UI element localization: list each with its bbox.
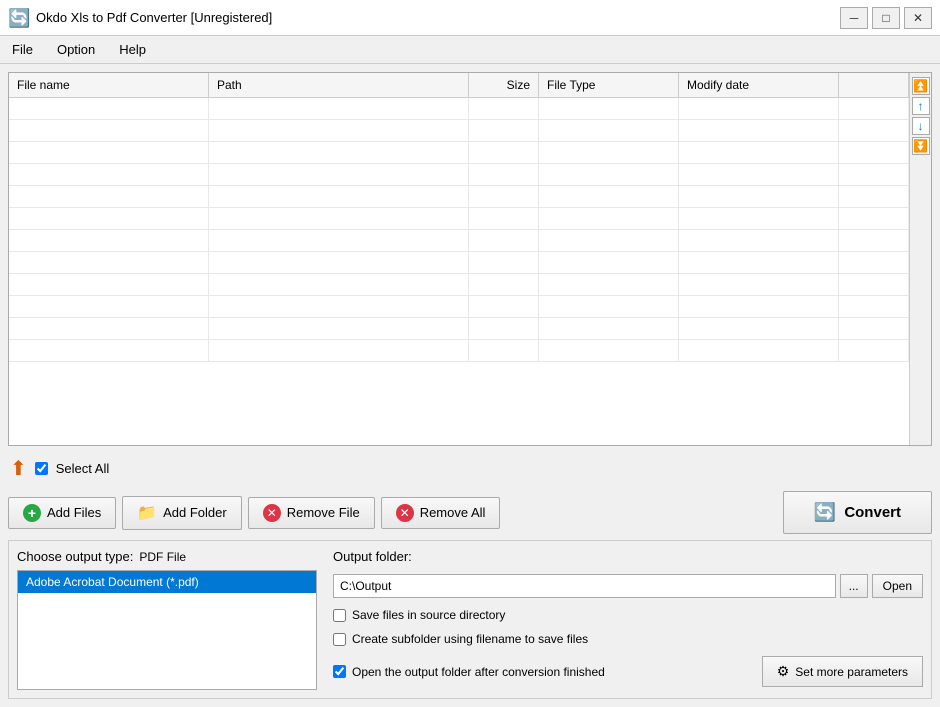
output-folder-panel: Output folder: ... Open Save files in so… bbox=[333, 549, 923, 690]
open-after-conversion-label[interactable]: Open the output folder after conversion … bbox=[352, 665, 605, 679]
remove-file-button[interactable]: ✕ Remove File bbox=[248, 497, 375, 529]
menu-file[interactable]: File bbox=[4, 40, 41, 59]
scroll-down-icon: ↓ bbox=[918, 119, 924, 133]
set-params-button[interactable]: ⚙ Set more parameters bbox=[762, 656, 923, 687]
action-bar: + Add Files 📁 Add Folder ✕ Remove File ✕… bbox=[8, 491, 932, 534]
browse-button[interactable]: ... bbox=[840, 574, 868, 598]
remove-all-label: Remove All bbox=[420, 505, 486, 520]
add-files-button[interactable]: + Add Files bbox=[8, 497, 116, 529]
scroll-up-icon: ↑ bbox=[918, 99, 924, 113]
save-in-source-label[interactable]: Save files in source directory bbox=[352, 608, 505, 622]
scroll-down-button[interactable]: ↓ bbox=[912, 117, 930, 135]
output-folder-row: ... Open bbox=[333, 574, 923, 598]
col-header-modifydate: Modify date bbox=[679, 73, 839, 97]
select-all-bar: ⬆ Select All bbox=[8, 452, 932, 485]
main-container: File name Path Size File Type Modify dat… bbox=[0, 64, 940, 707]
table-row bbox=[9, 340, 909, 362]
menu-bar: File Option Help bbox=[0, 36, 940, 64]
output-type-label: Choose output type: bbox=[17, 549, 133, 564]
scroll-controls: ⏫ ↑ ↓ ⏬ bbox=[909, 73, 931, 445]
create-subfolder-label[interactable]: Create subfolder using filename to save … bbox=[352, 632, 588, 646]
close-button[interactable]: ✕ bbox=[904, 7, 932, 29]
add-folder-icon: 📁 bbox=[137, 503, 157, 523]
window-controls: ─ □ ✕ bbox=[840, 7, 932, 29]
output-folder-input[interactable] bbox=[333, 574, 836, 598]
table-row bbox=[9, 274, 909, 296]
menu-help[interactable]: Help bbox=[111, 40, 154, 59]
remove-all-button[interactable]: ✕ Remove All bbox=[381, 497, 501, 529]
upload-icon: ⬆ bbox=[10, 456, 27, 481]
table-row bbox=[9, 208, 909, 230]
table-row bbox=[9, 98, 909, 120]
menu-option[interactable]: Option bbox=[49, 40, 103, 59]
app-title: Okdo Xls to Pdf Converter [Unregistered] bbox=[36, 10, 272, 25]
convert-button[interactable]: 🔄 Convert bbox=[783, 491, 932, 534]
save-in-source-row: Save files in source directory bbox=[333, 608, 923, 622]
add-folder-label: Add Folder bbox=[163, 505, 227, 520]
scroll-bottom-icon: ⏬ bbox=[913, 139, 928, 153]
set-params-label: Set more parameters bbox=[795, 665, 908, 679]
select-all-label[interactable]: Select All bbox=[56, 461, 109, 476]
table-row bbox=[9, 230, 909, 252]
table-row bbox=[9, 296, 909, 318]
table-row bbox=[9, 164, 909, 186]
gear-icon: ⚙ bbox=[777, 663, 790, 680]
add-files-label: Add Files bbox=[47, 505, 101, 520]
scroll-top-icon: ⏫ bbox=[913, 79, 928, 93]
open-button[interactable]: Open bbox=[872, 574, 923, 598]
app-logo-icon: 🔄 bbox=[8, 8, 28, 28]
open-after-conversion-row: Open the output folder after conversion … bbox=[333, 665, 605, 679]
table-row bbox=[9, 142, 909, 164]
scroll-bottom-button[interactable]: ⏬ bbox=[912, 137, 930, 155]
create-subfolder-checkbox[interactable] bbox=[333, 633, 346, 646]
output-type-list[interactable]: Adobe Acrobat Document (*.pdf) bbox=[17, 570, 317, 690]
add-folder-button[interactable]: 📁 Add Folder bbox=[122, 496, 242, 530]
table-row bbox=[9, 252, 909, 274]
open-after-conversion-checkbox[interactable] bbox=[333, 665, 346, 678]
title-bar: 🔄 Okdo Xls to Pdf Converter [Unregistere… bbox=[0, 0, 940, 36]
minimize-button[interactable]: ─ bbox=[840, 7, 868, 29]
table-row bbox=[9, 120, 909, 142]
save-in-source-checkbox[interactable] bbox=[333, 609, 346, 622]
table-row bbox=[9, 186, 909, 208]
col-header-filetype: File Type bbox=[539, 73, 679, 97]
select-all-checkbox[interactable] bbox=[35, 462, 48, 475]
col-header-filename: File name bbox=[9, 73, 209, 97]
remove-file-icon: ✕ bbox=[263, 504, 281, 522]
convert-icon: 🔄 bbox=[814, 502, 836, 523]
remove-file-label: Remove File bbox=[287, 505, 360, 520]
maximize-button[interactable]: □ bbox=[872, 7, 900, 29]
file-list-area: File name Path Size File Type Modify dat… bbox=[8, 72, 932, 446]
file-table: File name Path Size File Type Modify dat… bbox=[9, 73, 909, 445]
file-table-body bbox=[9, 98, 909, 445]
output-folder-label: Output folder: bbox=[333, 549, 923, 564]
col-header-path: Path bbox=[209, 73, 469, 97]
convert-label: Convert bbox=[844, 504, 901, 521]
output-type-selected: PDF File bbox=[139, 550, 186, 564]
scroll-up-button[interactable]: ↑ bbox=[912, 97, 930, 115]
output-type-panel: Choose output type: PDF File Adobe Acrob… bbox=[17, 549, 317, 690]
add-files-icon: + bbox=[23, 504, 41, 522]
col-header-size: Size bbox=[469, 73, 539, 97]
col-header-extra bbox=[839, 73, 909, 97]
create-subfolder-row: Create subfolder using filename to save … bbox=[333, 632, 923, 646]
table-row bbox=[9, 318, 909, 340]
file-table-header: File name Path Size File Type Modify dat… bbox=[9, 73, 909, 98]
bottom-section: Choose output type: PDF File Adobe Acrob… bbox=[8, 540, 932, 699]
output-type-item-pdf[interactable]: Adobe Acrobat Document (*.pdf) bbox=[18, 571, 316, 593]
remove-all-icon: ✕ bbox=[396, 504, 414, 522]
scroll-top-button[interactable]: ⏫ bbox=[912, 77, 930, 95]
